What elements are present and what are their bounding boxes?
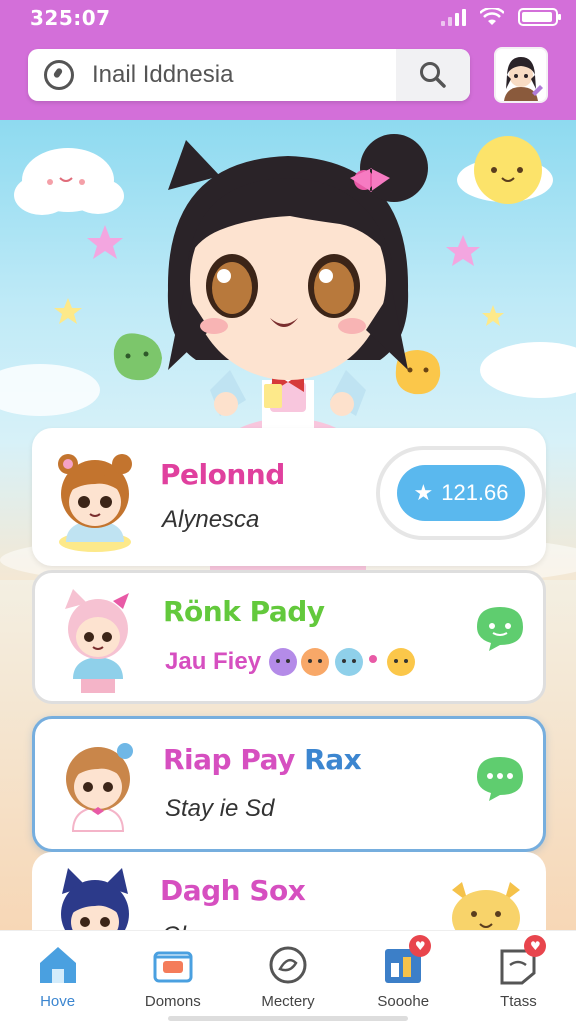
chat-icon[interactable] xyxy=(475,755,525,801)
points-badge[interactable]: ★ 121.66 xyxy=(376,446,546,540)
chart-icon: ♥ xyxy=(381,935,432,987)
contact-avatar xyxy=(66,743,133,832)
cloud-icon xyxy=(14,148,124,215)
nav-item-sooohe[interactable]: ♥ Sooohe xyxy=(346,931,461,1024)
contact-status: Jau Fiey xyxy=(165,645,419,679)
nav-item-ttass[interactable]: ♥ Ttass xyxy=(461,931,576,1024)
search-input[interactable]: Inail Iddnesia xyxy=(28,49,470,101)
bottom-nav: Hove Domons Mectery ♥ Sooohe ♥ Ttass xyxy=(0,930,576,1024)
wifi-icon xyxy=(480,8,504,25)
emoji-stickers xyxy=(269,648,416,676)
search-query: Inail Iddnesia xyxy=(92,61,234,88)
nav-label: Mectery xyxy=(261,993,315,1010)
contact-avatar xyxy=(58,454,132,552)
signal-icon xyxy=(441,8,466,26)
green-blob-icon xyxy=(113,333,162,381)
home-indicator xyxy=(168,1016,408,1021)
compass-icon xyxy=(269,946,307,984)
notification-badge: ♥ xyxy=(524,935,547,957)
contact-card[interactable]: Rönk Pady Jau Fiey xyxy=(32,570,546,704)
contact-status: Alynesca xyxy=(162,506,260,533)
header: 325:07 Inail Iddnesia xyxy=(0,0,576,120)
contact-name: Dagh Sox xyxy=(160,874,306,907)
nav-item-domons[interactable]: Domons xyxy=(115,931,230,1024)
search-icon xyxy=(420,62,446,88)
nav-item-home[interactable]: Hove xyxy=(0,931,115,1024)
contact-name: Pelonnd xyxy=(160,458,285,491)
star-icon: ★ xyxy=(413,480,434,505)
contact-name: Rönk Pady xyxy=(163,595,325,628)
contact-avatar xyxy=(65,589,129,693)
contact-card[interactable]: Riap Pay Rax Stay ie Sd xyxy=(32,716,546,852)
search-button[interactable] xyxy=(396,49,470,101)
profile-avatar[interactable] xyxy=(494,47,548,103)
nav-label: Domons xyxy=(144,993,201,1010)
nav-item-mectery[interactable]: Mectery xyxy=(230,931,345,1024)
status-icons xyxy=(441,8,561,26)
contact-status: Stay ie Sd xyxy=(165,795,275,822)
home-icon xyxy=(39,947,76,983)
compass-icon xyxy=(44,60,74,90)
nav-label: Hove xyxy=(40,993,76,1010)
contact-name: Riap Pay Rax xyxy=(163,743,362,776)
chat-icon[interactable] xyxy=(475,605,525,651)
tag-icon: ♥ xyxy=(496,935,547,987)
points-value: 121.66 xyxy=(441,480,509,505)
status-time: 325:07 xyxy=(30,6,111,30)
nav-label: Sooohe xyxy=(377,993,430,1010)
box-icon xyxy=(153,951,193,983)
nav-label: Ttass xyxy=(500,993,537,1010)
battery-icon xyxy=(518,8,561,26)
notification-badge: ♥ xyxy=(409,935,432,957)
contact-card[interactable]: Pelonnd Alynesca ★ 121.66 xyxy=(32,428,546,566)
